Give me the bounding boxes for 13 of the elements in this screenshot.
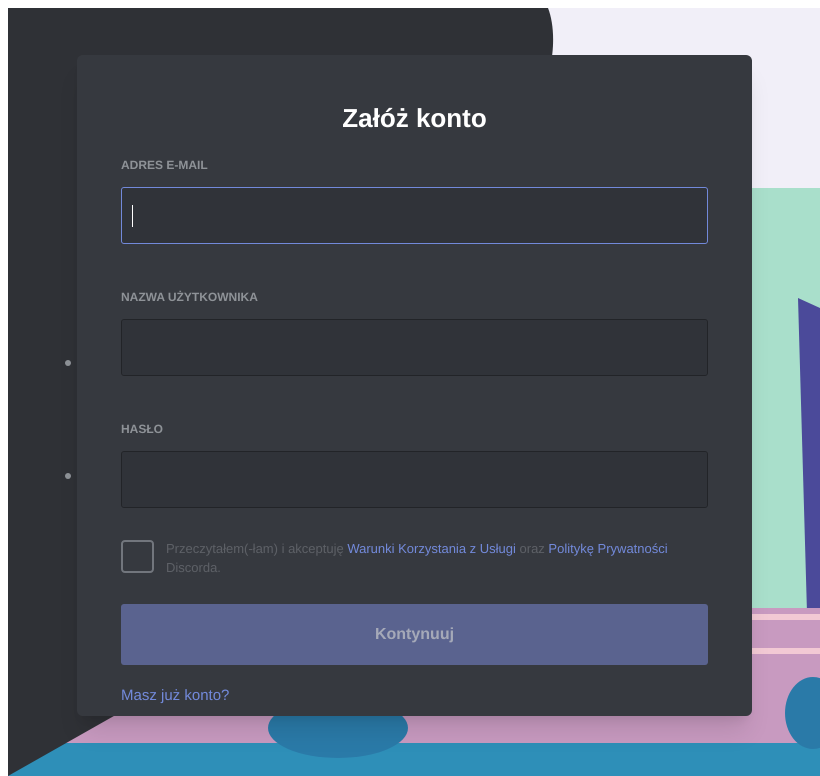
text-cursor [132, 204, 133, 226]
field-label: ADRES E-MAIL [121, 157, 208, 173]
dot-icon [65, 473, 71, 479]
terms-link[interactable]: Politykę Prywatności [548, 541, 668, 556]
field-label: NAZWA UŻYTKOWNIKA [121, 289, 258, 305]
terms-checkbox[interactable] [121, 540, 154, 573]
form-title: Załóż konto [342, 102, 487, 134]
input-field[interactable] [121, 187, 708, 244]
dot-icon [65, 360, 71, 366]
bush-drawing [785, 677, 820, 749]
terms-link[interactable]: Warunki Korzystania z Usługi [347, 541, 516, 556]
login-link[interactable]: Masz już konto? [121, 685, 230, 708]
field-label: HASŁO [121, 421, 163, 437]
